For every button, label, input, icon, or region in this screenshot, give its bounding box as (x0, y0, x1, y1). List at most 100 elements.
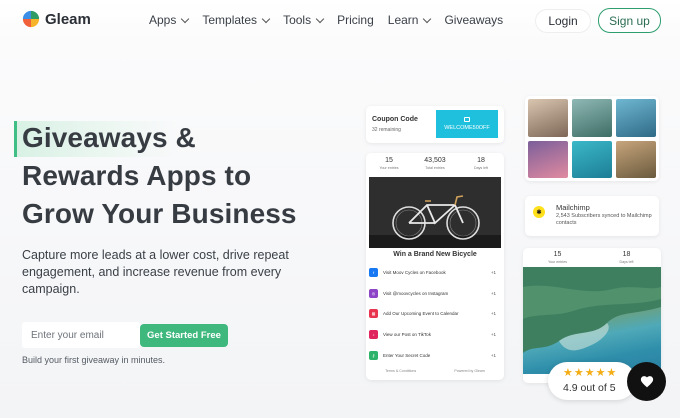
hero-note: Build your first giveaway in minutes. (22, 355, 166, 365)
main-nav: Apps Templates Tools Pricing Learn Givea… (149, 13, 503, 27)
heart-icon (640, 376, 653, 388)
key-icon: ⚷ (369, 351, 378, 360)
coastline-illustration (523, 267, 661, 353)
star-icon: ★ (584, 367, 595, 379)
star-icon: ★ (573, 367, 584, 379)
coupon-title: Coupon Code (372, 116, 418, 123)
coupon-card: Coupon Code 32 remaining WELCOME50OFF (366, 106, 504, 143)
rating-text: 4.9 out of 5 (563, 382, 616, 394)
nav-learn-label: Learn (387, 13, 419, 27)
chevron-down-icon (423, 14, 432, 23)
coupon-remaining: 32 remaining (372, 127, 401, 133)
nav-learn[interactable]: Learn (387, 13, 432, 27)
gleam-logo[interactable]: Gleam (22, 10, 91, 28)
powered-by[interactable]: Powered by Gleam (454, 369, 485, 373)
rating-stars: ★ ★ ★ ★ ★ (563, 368, 616, 379)
headline-highlight-bar (14, 121, 17, 157)
nav-pricing[interactable]: Pricing (337, 13, 374, 27)
mailchimp-card: ✱ Mailchimp 2,543 Subscribers synced to … (525, 196, 659, 236)
mailchimp-icon: ✱ (533, 206, 545, 218)
calendar-icon: ▦ (369, 309, 378, 318)
nav-tools[interactable]: Tools (283, 13, 325, 27)
entry-label: View our Post on TikTok (383, 332, 431, 337)
terms-link[interactable]: Terms & Conditions (385, 369, 416, 373)
stat-days-left: 18 Days left (458, 153, 504, 177)
giveaway-footer: Terms & Conditions Powered by Gleam (366, 369, 504, 373)
hero-headline: Giveaways & Rewards Apps to Grow Your Bu… (22, 119, 297, 233)
stat-days-left: 18 Days left (592, 248, 661, 268)
stat-value: 15 (385, 157, 393, 164)
entry-calendar[interactable]: ▦ Add Our Upcoming Event to Calendar +1 (369, 306, 499, 321)
entry-tiktok[interactable]: ♪ View our Post on TikTok +1 (369, 327, 499, 342)
favorite-button[interactable] (627, 362, 666, 401)
gallery-photo[interactable] (572, 140, 612, 178)
gallery-photo[interactable] (528, 140, 568, 178)
coastline-image (523, 267, 661, 374)
login-button[interactable]: Login (536, 10, 590, 32)
entry-secret-code[interactable]: ⚷ Enter Your Secret Code +1 (369, 348, 499, 363)
nav-giveaways-label: Giveaways (444, 13, 504, 27)
giveaway-widget: 15 Your entries 43,503 Total entries 18 Day… (366, 153, 504, 380)
gallery-photo[interactable] (616, 99, 656, 137)
copy-icon (464, 117, 470, 122)
hero-headline-line-2: Rewards Apps to (22, 160, 252, 191)
entry-label: Enter Your Secret Code (383, 353, 431, 358)
brand-name: Gleam (45, 10, 91, 28)
entry-points: +1 (490, 311, 496, 316)
email-input[interactable] (22, 322, 140, 348)
rating-badge: ★ ★ ★ ★ ★ 4.9 out of 5 (548, 362, 636, 400)
nav-apps-label: Apps (149, 13, 177, 27)
bicycle-illustration (369, 177, 501, 248)
nav-apps[interactable]: Apps (149, 13, 190, 27)
photo-stats: 15 Your entries 18 Days left (523, 248, 661, 268)
stat-total-entries: 43,503 Total entries (412, 153, 458, 177)
nav-templates-label: Templates (202, 13, 258, 27)
entry-points: +1 (490, 291, 496, 296)
entry-label: Visit @moovcycles on Instagram (383, 291, 449, 296)
star-icon: ★ (606, 367, 617, 379)
entry-points: +1 (490, 332, 496, 337)
stat-your-entries: 15 Your entries (523, 248, 592, 268)
photo-gallery (525, 96, 659, 181)
stat-value: 18 (622, 251, 631, 258)
tiktok-icon: ♪ (369, 330, 378, 339)
entry-label: Add Our Upcoming Event to Calendar (383, 311, 459, 316)
get-started-button[interactable]: Get Started Free (140, 324, 228, 347)
mailchimp-title: Mailchimp (556, 203, 590, 212)
chevron-down-icon (315, 14, 325, 23)
chevron-down-icon (181, 14, 190, 23)
entry-instagram[interactable]: ◎ Visit @moovcycles on Instagram +1 (369, 286, 499, 301)
stat-label: Your entries (547, 260, 568, 264)
entry-label: Visit Moov Cycles on Facebook (383, 270, 446, 275)
coupon-code-tag[interactable]: WELCOME50OFF (436, 110, 498, 138)
mailchimp-text: 2,543 Subscribers synced to Mailchimp co… (556, 213, 652, 226)
nav-giveaways[interactable]: Giveaways (444, 13, 503, 27)
gallery-photo[interactable] (528, 99, 568, 137)
gallery-photo[interactable] (616, 140, 656, 178)
entry-points: +1 (490, 270, 496, 275)
giveaway-title: Win a Brand New Bicycle (393, 251, 477, 258)
entry-points: +1 (490, 353, 496, 358)
hero-headline-line-3: Grow Your Business (22, 198, 297, 229)
signup-button[interactable]: Sign up (598, 8, 661, 33)
stat-value: 43,503 (424, 157, 446, 164)
stat-label: Total entries (425, 166, 445, 170)
nav-pricing-label: Pricing (337, 13, 374, 27)
instagram-icon: ◎ (369, 289, 378, 298)
stat-label: Days left (619, 260, 634, 264)
star-icon: ★ (595, 367, 606, 379)
bicycle-image (369, 177, 501, 248)
entry-facebook[interactable]: f Visit Moov Cycles on Facebook +1 (369, 265, 499, 280)
hero-headline-line-1: Giveaways & (22, 122, 196, 153)
nav-tools-label: Tools (283, 13, 312, 27)
gallery-photo[interactable] (572, 99, 612, 137)
hero-subheading: Capture more leads at a lower cost, driv… (22, 248, 289, 296)
stat-value: 18 (477, 157, 485, 164)
star-icon: ★ (563, 367, 573, 379)
facebook-icon: f (369, 268, 378, 277)
stat-your-entries: 15 Your entries (366, 153, 412, 177)
gleam-logo-icon (22, 10, 40, 28)
stat-value: 15 (553, 251, 562, 258)
nav-templates[interactable]: Templates (202, 13, 271, 27)
coupon-code: WELCOME50OFF (444, 125, 490, 131)
